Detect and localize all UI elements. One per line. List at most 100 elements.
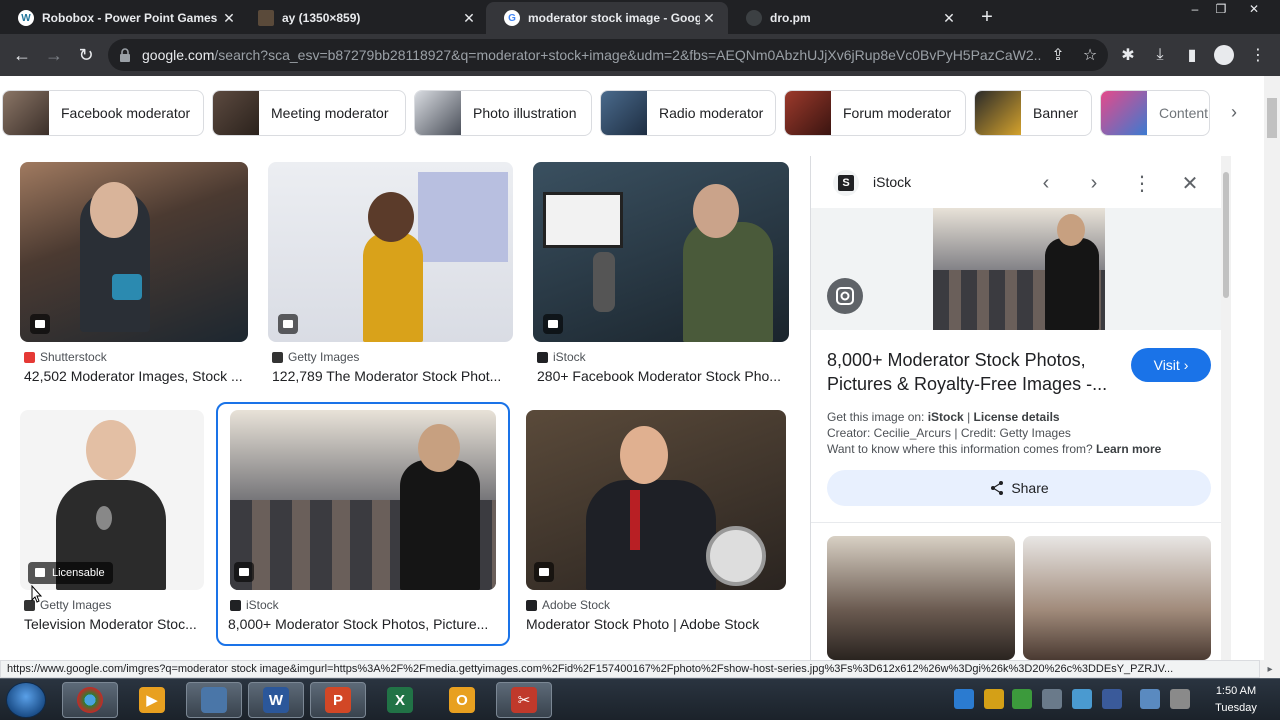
related-image-2[interactable] bbox=[1023, 536, 1211, 660]
taskbar-media-player[interactable]: ▶ bbox=[124, 682, 180, 718]
result-image[interactable] bbox=[20, 162, 248, 342]
chip-label: Radio moderator bbox=[659, 105, 764, 121]
chip-photo-illustration[interactable]: Photo illustration bbox=[414, 90, 592, 136]
result-title[interactable]: Moderator Stock Photo | Adobe Stock bbox=[526, 616, 784, 632]
grid-icon[interactable] bbox=[1072, 689, 1092, 709]
page-scroll-thumb[interactable] bbox=[1267, 98, 1277, 138]
scissors-icon: ✂ bbox=[511, 687, 537, 713]
taskbar-outlook[interactable]: O bbox=[434, 682, 490, 718]
volume-muted-icon[interactable] bbox=[1170, 689, 1190, 709]
share-label: Share bbox=[1011, 480, 1049, 496]
close-panel-icon[interactable]: ✕ bbox=[1177, 170, 1203, 196]
result-image[interactable] bbox=[526, 410, 786, 590]
taskbar-chrome[interactable] bbox=[62, 682, 118, 718]
tray-tv-icon[interactable] bbox=[1012, 689, 1032, 709]
visit-button[interactable]: Visit › bbox=[1131, 348, 1211, 382]
close-icon[interactable]: ✕ bbox=[940, 9, 958, 27]
more-options-icon[interactable]: ⋮ bbox=[1129, 170, 1155, 196]
tab-robobox[interactable]: W Robobox - Power Point Games ✕ bbox=[0, 2, 248, 34]
side-panel-icon[interactable]: ▮ bbox=[1180, 43, 1204, 67]
preview-image[interactable] bbox=[933, 208, 1105, 330]
panel-title[interactable]: 8,000+ Moderator Stock Photos, Pictures … bbox=[827, 348, 1117, 396]
result-image[interactable] bbox=[230, 410, 496, 590]
learn-more-link[interactable]: Learn more bbox=[1096, 442, 1161, 456]
users-icon[interactable] bbox=[1042, 689, 1062, 709]
close-icon[interactable]: ✕ bbox=[460, 9, 478, 27]
google-lens-icon[interactable] bbox=[827, 278, 863, 314]
tab-google-search[interactable]: G moderator stock image - Google ✕ bbox=[486, 2, 728, 34]
panel-scrollbar[interactable] bbox=[1221, 156, 1231, 660]
network-icon[interactable] bbox=[1140, 689, 1160, 709]
monitor-icon[interactable] bbox=[1102, 689, 1122, 709]
chip-content[interactable]: Content bbox=[1100, 90, 1210, 136]
chip-radio-moderator[interactable]: Radio moderator bbox=[600, 90, 776, 136]
image-type-icon bbox=[234, 562, 254, 582]
chip-label: Content bbox=[1159, 105, 1209, 121]
tray-app-icon[interactable] bbox=[954, 689, 974, 709]
url-host: google.com bbox=[142, 47, 215, 63]
taskbar-word[interactable]: W bbox=[248, 682, 304, 718]
profile-avatar-icon[interactable] bbox=[1212, 43, 1236, 67]
minimize-button[interactable]: – bbox=[1182, 0, 1208, 18]
chip-banner[interactable]: Banner bbox=[974, 90, 1092, 136]
scroll-right-arrow-icon[interactable]: ▸ bbox=[1260, 660, 1280, 678]
address-bar[interactable]: google.com/search?sca_esv=b87279bb281189… bbox=[108, 39, 1108, 71]
chip-meeting-moderator[interactable]: Meeting moderator bbox=[212, 90, 406, 136]
get-image-site[interactable]: iStock bbox=[928, 410, 964, 424]
result-source: Shutterstock bbox=[24, 350, 107, 364]
get-image-prefix: Get this image on: bbox=[827, 410, 928, 424]
share-button[interactable]: Share bbox=[827, 470, 1211, 506]
result-title[interactable]: 280+ Facebook Moderator Stock Pho... bbox=[537, 368, 789, 384]
close-icon[interactable]: ✕ bbox=[700, 9, 718, 27]
share-page-icon[interactable]: ⇪ bbox=[1046, 43, 1070, 67]
result-title[interactable]: 122,789 The Moderator Stock Phot... bbox=[272, 368, 510, 384]
back-arrow-icon[interactable]: ← bbox=[10, 43, 34, 67]
forward-arrow-icon[interactable]: → bbox=[42, 43, 66, 67]
result-title[interactable]: Television Moderator Stoc... bbox=[24, 616, 204, 632]
tab-dro-pm[interactable]: dro.pm ✕ bbox=[728, 2, 968, 34]
start-button[interactable] bbox=[6, 682, 46, 718]
bookmark-star-icon[interactable]: ☆ bbox=[1078, 43, 1102, 67]
reload-icon[interactable]: ↻ bbox=[74, 43, 98, 67]
license-details-link[interactable]: License details bbox=[974, 410, 1060, 424]
google-icon: G bbox=[504, 10, 520, 26]
lock-icon bbox=[120, 48, 130, 62]
window-close-button[interactable]: ✕ bbox=[1236, 0, 1272, 18]
menu-kebab-icon[interactable]: ⋮ bbox=[1246, 43, 1270, 67]
taskbar-clock[interactable]: 1:50 AM Tuesday bbox=[1206, 683, 1266, 717]
chip-label: Photo illustration bbox=[473, 105, 577, 121]
maximize-button[interactable]: ❐ bbox=[1208, 0, 1234, 18]
taskbar-explorer[interactable] bbox=[186, 682, 242, 718]
windows-taskbar: ▶ W P X O ✂ 1:50 AM Tuesday bbox=[0, 678, 1280, 720]
chip-forum-moderator[interactable]: Forum moderator bbox=[784, 90, 966, 136]
shield-icon[interactable] bbox=[984, 689, 1004, 709]
tab-image-ay[interactable]: ay (1350×859) ✕ bbox=[240, 2, 488, 34]
new-tab-button[interactable]: + bbox=[976, 6, 998, 28]
taskbar-powerpoint[interactable]: P bbox=[310, 682, 366, 718]
result-image[interactable] bbox=[533, 162, 789, 342]
close-icon[interactable]: ✕ bbox=[220, 9, 238, 27]
url-text: google.com/search?sca_esv=b87279bb281189… bbox=[142, 47, 1042, 63]
panel-scroll-thumb[interactable] bbox=[1223, 172, 1229, 298]
taskbar-excel[interactable]: X bbox=[372, 682, 428, 718]
source-name: Adobe Stock bbox=[542, 598, 611, 612]
chip-thumbnail bbox=[415, 91, 461, 135]
result-image[interactable] bbox=[268, 162, 513, 342]
info-source-text: Want to know where this information come… bbox=[827, 442, 1096, 456]
previous-chevron-icon[interactable]: ‹ bbox=[1033, 170, 1059, 196]
chip-thumbnail bbox=[975, 91, 1021, 135]
related-image-1[interactable] bbox=[827, 536, 1015, 660]
download-icon[interactable]: ⤓ bbox=[1148, 43, 1172, 67]
chip-thumbnail bbox=[601, 91, 647, 135]
istock-logo-letter: S bbox=[838, 175, 854, 191]
result-title[interactable]: 8,000+ Moderator Stock Photos, Picture..… bbox=[228, 616, 494, 632]
page-scrollbar[interactable] bbox=[1264, 76, 1280, 660]
result-title[interactable]: 42,502 Moderator Images, Stock ... bbox=[24, 368, 248, 384]
extension-icon[interactable]: ✱ bbox=[1116, 43, 1140, 67]
taskbar-snipping-tool[interactable]: ✂ bbox=[496, 682, 552, 718]
related-searches-chips: Facebook moderator Meeting moderator Pho… bbox=[0, 90, 1264, 136]
chevron-right-icon[interactable]: › bbox=[1224, 102, 1244, 122]
panel-site-name[interactable]: iStock bbox=[873, 174, 911, 190]
next-chevron-icon[interactable]: › bbox=[1081, 170, 1107, 196]
chip-facebook-moderator[interactable]: Facebook moderator bbox=[2, 90, 204, 136]
